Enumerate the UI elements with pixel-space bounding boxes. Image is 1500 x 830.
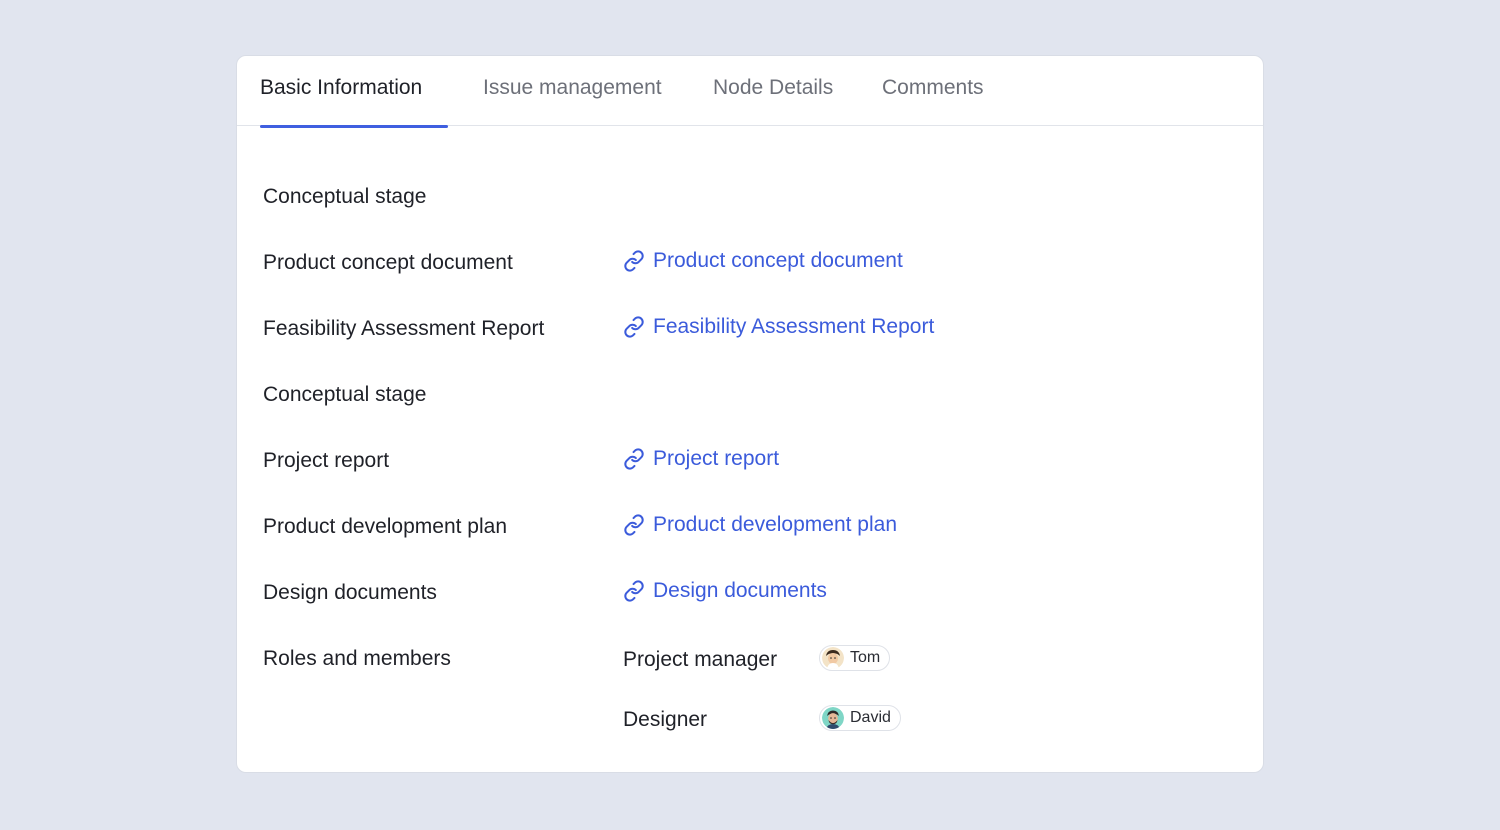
link-project-report[interactable]: Project report <box>623 447 779 471</box>
field-label-product-concept-document: Product concept document <box>263 251 513 274</box>
section-heading-conceptual-stage: Conceptual stage <box>263 185 427 208</box>
tab-issue-management[interactable]: Issue management <box>483 76 662 126</box>
role-label-project-manager: Project manager <box>623 648 778 671</box>
link-design-documents[interactable]: Design documents <box>623 579 827 603</box>
link-text[interactable]: Feasibility Assessment Report <box>653 315 934 339</box>
avatar-tom-icon <box>822 647 844 669</box>
tab-bar: Basic Information Issue management Node … <box>237 56 1263 128</box>
link-text[interactable]: Product concept document <box>653 249 903 273</box>
member-name: David <box>850 709 891 726</box>
link-text[interactable]: Project report <box>653 447 779 471</box>
member-name: Tom <box>850 649 881 666</box>
basic-info-card: Basic Information Issue management Node … <box>236 55 1264 773</box>
member-chip-tom[interactable]: Tom <box>819 645 891 671</box>
field-label-product-development-plan: Product development plan <box>263 515 507 538</box>
field-label-design-documents: Design documents <box>263 581 437 604</box>
link-icon <box>624 580 644 602</box>
link-icon <box>624 250 644 272</box>
link-product-concept-document[interactable]: Product concept document <box>623 249 903 273</box>
link-icon <box>624 514 644 536</box>
field-label-project-report: Project report <box>263 449 390 472</box>
tab-basic-information[interactable]: Basic Information <box>260 76 448 128</box>
tab-node-details[interactable]: Node Details <box>713 76 833 126</box>
member-chip-david[interactable]: David <box>819 705 901 731</box>
link-icon <box>624 316 644 338</box>
avatar-david-icon <box>822 707 844 729</box>
link-text[interactable]: Design documents <box>653 579 827 603</box>
link-product-development-plan[interactable]: Product development plan <box>623 513 897 537</box>
field-label-feasibility-assessment-report: Feasibility Assessment Report <box>263 317 545 340</box>
role-label-designer: Designer <box>623 708 708 731</box>
link-icon <box>624 448 644 470</box>
tab-comments[interactable]: Comments <box>882 76 984 126</box>
section-heading-conceptual-stage: Conceptual stage <box>263 383 427 406</box>
link-text[interactable]: Product development plan <box>653 513 897 537</box>
link-feasibility-assessment-report[interactable]: Feasibility Assessment Report <box>623 315 934 339</box>
field-label-roles-and-members: Roles and members <box>263 647 451 670</box>
